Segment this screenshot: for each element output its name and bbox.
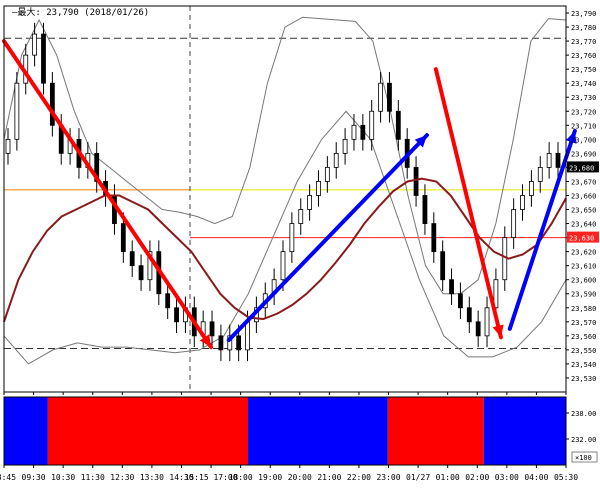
candle-body <box>360 124 366 140</box>
x-tick-label: 12:30 <box>110 473 134 482</box>
x-tick-label: 13:30 <box>140 473 164 482</box>
y-tick-label: 23,550 <box>571 347 596 355</box>
header-label: ―最大: 23,790 (2018/01/26) <box>12 8 150 18</box>
indicator-segment <box>387 397 484 465</box>
y-tick-label: 23,600 <box>571 277 596 285</box>
x-tick-label: 21:00 <box>317 473 341 482</box>
candle-body <box>378 82 383 112</box>
candle-body <box>395 110 401 140</box>
candle-body <box>458 293 463 309</box>
candle-body <box>413 167 419 196</box>
y-tick-label: 23,770 <box>571 38 596 46</box>
candle-body <box>466 307 472 323</box>
candle-body <box>298 209 304 224</box>
y-tick-label: 23,570 <box>571 319 596 327</box>
y-tick-label: 23,540 <box>571 361 596 369</box>
indicator-multiplier-label: ×100 <box>575 454 592 462</box>
x-tick-label: 10:30 <box>51 473 75 482</box>
indicator-segment <box>4 397 48 465</box>
candle-body <box>41 33 46 84</box>
candle-body <box>129 251 135 267</box>
candle-body <box>546 152 552 168</box>
x-tick-label: 18:00 <box>229 473 253 482</box>
x-tick-label: 20:00 <box>288 473 312 482</box>
y-tick-label: 23,650 <box>571 207 596 215</box>
y-tick-label: 23,660 <box>571 192 596 200</box>
candle-body <box>120 223 126 253</box>
y-tick-label: 23,760 <box>571 52 596 60</box>
indicator-tick-label: 238.00 <box>571 410 596 418</box>
candlestick-chart: 23,790 23,780 23,770 23,760 23,750 23,740 23,7… <box>0 0 600 498</box>
candle-body <box>511 209 517 238</box>
x-tick-label: 09:30 <box>22 473 46 482</box>
y-tick-label: 23,610 <box>571 263 596 271</box>
current-price-label: 23,680 <box>569 164 594 172</box>
y-tick-label: 23,530 <box>571 375 596 383</box>
candle-body <box>5 138 11 154</box>
x-tick-label: 08:45 <box>0 473 16 482</box>
y-tick-label: 23,590 <box>571 291 596 299</box>
x-tick-label: 02:00 <box>465 473 489 482</box>
candle-body <box>165 293 171 309</box>
y-tick-label: 23,780 <box>571 24 596 32</box>
indicator-segment <box>247 397 388 465</box>
candle-body <box>245 321 250 351</box>
y-tick-label: 23,640 <box>571 221 596 229</box>
candle-body <box>431 223 437 253</box>
candle-body <box>333 152 339 168</box>
y-tick-label: 23,620 <box>571 249 596 257</box>
y-tick-label: 23,560 <box>571 333 596 341</box>
x-tick-label: 05:30 <box>554 473 578 482</box>
y-tick-label: 23,690 <box>571 150 596 158</box>
candle-body <box>422 195 428 224</box>
y-tick-label: 23,790 <box>571 10 596 18</box>
y-tick-label: 23,700 <box>571 136 596 144</box>
x-tick-label: 19:00 <box>258 473 282 482</box>
candle-body <box>369 110 375 140</box>
candle-body <box>218 335 224 351</box>
y-tick-label: 23,670 <box>571 178 596 186</box>
candle-body <box>32 33 38 56</box>
candle-body <box>316 181 321 196</box>
x-tick-label: 01:00 <box>436 473 460 482</box>
y-tick-label: 23,580 <box>571 305 596 313</box>
candle-body <box>324 167 330 182</box>
x-tick-label: 23:00 <box>376 473 400 482</box>
y-tick-label: 23,740 <box>571 80 596 88</box>
candle-body <box>280 251 286 281</box>
candle-body <box>475 321 481 337</box>
candle-body <box>449 279 454 295</box>
candle-body <box>555 152 561 168</box>
candle-body <box>236 335 242 351</box>
x-tick-label: 11:30 <box>81 473 105 482</box>
candle-body <box>174 307 179 323</box>
candle-body <box>342 138 348 154</box>
y-tick-label: 23,730 <box>571 94 596 102</box>
candle-body <box>528 181 534 196</box>
candle-body <box>351 124 357 140</box>
candle-body <box>307 195 313 210</box>
marked-price-label: 23,630 <box>569 235 594 243</box>
y-tick-label: 23,720 <box>571 108 596 116</box>
indicator-segment <box>483 397 566 465</box>
x-tick-label: 03:00 <box>495 473 519 482</box>
candle-body <box>387 82 392 112</box>
candle-body <box>289 223 295 253</box>
x-tick-label: 01/27 <box>406 473 430 482</box>
y-tick-label: 23,710 <box>571 122 596 130</box>
indicator-segment <box>47 397 248 465</box>
candle-body <box>520 195 525 210</box>
x-tick-label: 22:00 <box>347 473 371 482</box>
candle-body <box>537 167 543 182</box>
candle-body <box>49 82 55 126</box>
y-tick-label: 23,750 <box>571 66 596 74</box>
candle-body <box>209 321 215 337</box>
x-tick-label: 04:00 <box>524 473 548 482</box>
indicator-tick-label: 232.00 <box>571 436 596 444</box>
candle-body <box>14 82 20 140</box>
candle-body <box>138 265 144 281</box>
candle-body <box>440 251 446 281</box>
candle-body <box>484 307 490 337</box>
